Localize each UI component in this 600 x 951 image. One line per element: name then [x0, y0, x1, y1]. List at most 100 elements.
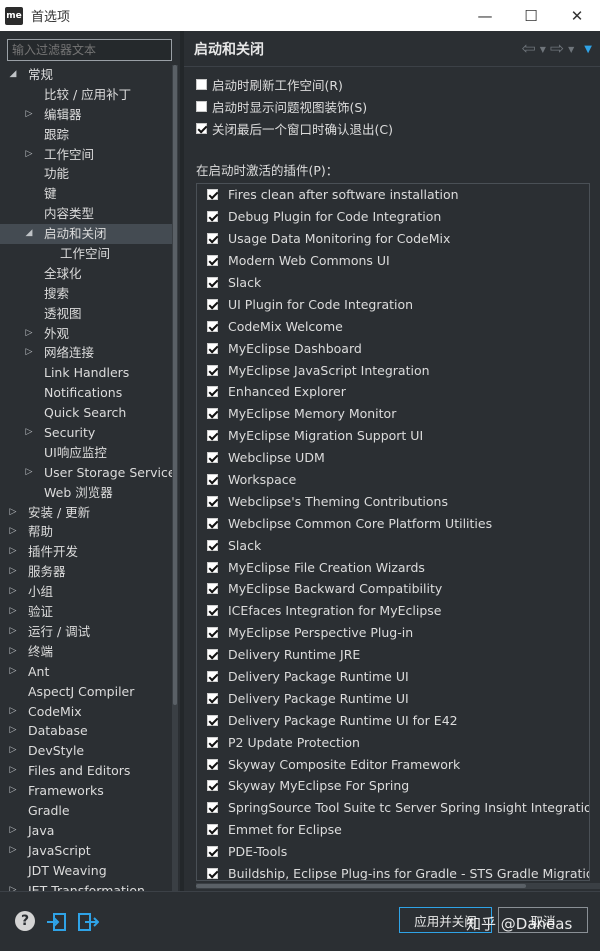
arrow-left-icon[interactable]: ⇦ — [521, 39, 535, 59]
collapsed-arrow-icon[interactable]: ▷ — [8, 821, 18, 841]
tree-item[interactable]: Quick Search — [0, 403, 172, 423]
tree-item[interactable]: ▷ 外观 — [0, 324, 172, 344]
tree-item[interactable]: ▷ Frameworks — [0, 781, 172, 801]
plugin-checkbox[interactable] — [207, 233, 218, 245]
plugin-item[interactable]: Webclipse UDM — [197, 447, 589, 469]
export-icon[interactable] — [77, 911, 99, 933]
tree-item[interactable]: ▷ Java — [0, 821, 172, 841]
tree-item[interactable]: Notifications — [0, 383, 172, 403]
tree-item[interactable]: 内容类型 — [0, 204, 172, 224]
collapsed-arrow-icon[interactable]: ▷ — [8, 622, 18, 642]
plugin-item[interactable]: Skyway Composite Editor Framework — [197, 753, 589, 775]
plugin-checkbox[interactable] — [207, 627, 218, 639]
plugin-checkbox[interactable] — [207, 189, 218, 201]
tree-item[interactable]: ◢ 启动和关闭 — [0, 224, 172, 245]
startup-option[interactable]: 启动时显示问题视图装饰(S) — [196, 95, 393, 117]
tree-item[interactable]: ▷ 插件开发 — [0, 542, 172, 562]
tree-item[interactable]: 比较 / 应用补丁 — [0, 85, 172, 105]
collapsed-arrow-icon[interactable]: ▷ — [24, 343, 34, 363]
plugin-item[interactable]: Modern Web Commons UI — [197, 250, 589, 272]
tree-scrollbar[interactable] — [172, 65, 178, 891]
tree-item[interactable]: ▷ 验证 — [0, 602, 172, 622]
tree-item[interactable]: ▷ Security — [0, 423, 172, 443]
plugin-item[interactable]: Enhanced Explorer — [197, 381, 589, 403]
plugin-checkbox[interactable] — [207, 539, 218, 551]
tree-item[interactable]: JDT Weaving — [0, 861, 172, 881]
plugin-checkbox[interactable] — [207, 408, 218, 420]
option-checkbox[interactable] — [196, 122, 207, 134]
plugin-item[interactable]: Fires clean after software installation — [197, 184, 589, 206]
arrow-right-icon[interactable]: ⇨ — [550, 39, 564, 59]
view-menu-icon[interactable]: ▼ — [584, 44, 592, 55]
plugin-checkbox[interactable] — [207, 342, 218, 354]
plugin-item[interactable]: Delivery Runtime JRE — [197, 644, 589, 666]
collapsed-arrow-icon[interactable]: ▷ — [8, 761, 18, 781]
plugin-item[interactable]: MyEclipse File Creation Wizards — [197, 556, 589, 578]
plugin-item[interactable]: MyEclipse Backward Compatibility — [197, 578, 589, 600]
tree-item[interactable]: AspectJ Compiler — [0, 682, 172, 702]
plugin-checkbox[interactable] — [207, 692, 218, 704]
plugin-item[interactable]: Delivery Package Runtime UI — [197, 687, 589, 709]
tree-item[interactable]: UI响应监控 — [0, 443, 172, 463]
collapsed-arrow-icon[interactable]: ▷ — [8, 562, 18, 582]
plugin-checkbox[interactable] — [207, 277, 218, 288]
plugin-checkbox[interactable] — [207, 758, 218, 770]
tree-item[interactable]: ▷ Files and Editors — [0, 761, 172, 781]
plugin-checkbox[interactable] — [207, 802, 218, 814]
plugin-checkbox[interactable] — [207, 211, 218, 223]
plugin-checkbox[interactable] — [207, 474, 218, 486]
tree-item[interactable]: ▷ 服务器 — [0, 562, 172, 582]
collapsed-arrow-icon[interactable]: ▷ — [8, 522, 18, 542]
plugin-item[interactable]: ICEfaces Integration for MyEclipse — [197, 600, 589, 622]
tree-item[interactable]: Link Handlers — [0, 363, 172, 383]
plugin-item[interactable]: Usage Data Monitoring for CodeMix — [197, 228, 589, 250]
expanded-arrow-icon[interactable]: ◢ — [8, 65, 18, 85]
chevron-down-icon[interactable]: ▼ — [568, 45, 574, 54]
import-icon[interactable] — [46, 911, 68, 933]
collapsed-arrow-icon[interactable]: ▷ — [8, 741, 18, 761]
collapsed-arrow-icon[interactable]: ▷ — [8, 721, 18, 741]
plugin-item[interactable]: MyEclipse Migration Support UI — [197, 425, 589, 447]
tree-item[interactable]: ▷ User Storage Service — [0, 463, 172, 483]
apply-and-close-button[interactable]: 应用并关闭 — [399, 907, 492, 933]
plugin-item[interactable]: Delivery Package Runtime UI — [197, 666, 589, 688]
tree-item[interactable]: ▷ 终端 — [0, 642, 172, 662]
maximize-button[interactable]: ☐ — [508, 0, 554, 31]
option-checkbox[interactable] — [196, 100, 207, 112]
plugin-checkbox[interactable] — [207, 561, 218, 573]
plugin-item[interactable]: Debug Plugin for Code Integration — [197, 206, 589, 228]
plugin-checkbox[interactable] — [207, 430, 218, 442]
tree-item[interactable]: ▷ 工作空间 — [0, 145, 172, 165]
plugin-item[interactable]: MyEclipse Memory Monitor — [197, 403, 589, 425]
plugin-item[interactable]: Slack — [197, 534, 589, 556]
filter-input[interactable] — [7, 39, 172, 61]
tree-item[interactable]: ◢ 常规 — [0, 65, 172, 85]
plugin-checkbox[interactable] — [207, 605, 218, 617]
plugin-item[interactable]: SpringSource Tool Suite tc Server Spring… — [197, 797, 589, 819]
tree-item[interactable]: ▷ 帮助 — [0, 522, 172, 542]
plugin-checkbox[interactable] — [207, 868, 218, 880]
collapsed-arrow-icon[interactable]: ▷ — [8, 503, 18, 523]
plugin-item[interactable]: MyEclipse Dashboard — [197, 337, 589, 359]
plugin-checkbox[interactable] — [207, 649, 218, 661]
plugin-checkbox[interactable] — [207, 736, 218, 748]
tree-item[interactable]: Gradle — [0, 801, 172, 821]
close-button[interactable]: ✕ — [554, 0, 600, 31]
tree-item[interactable]: 功能 — [0, 164, 172, 184]
tree-item[interactable]: 工作空间 — [0, 244, 172, 264]
tree-item[interactable]: ▷ DevStyle — [0, 741, 172, 761]
plugin-item[interactable]: Slack — [197, 272, 589, 294]
collapsed-arrow-icon[interactable]: ▷ — [24, 324, 34, 344]
plugin-item[interactable]: MyEclipse JavaScript Integration — [197, 359, 589, 381]
plugin-item[interactable]: Emmet for Eclipse — [197, 819, 589, 841]
tree-item[interactable]: Web 浏览器 — [0, 483, 172, 503]
collapsed-arrow-icon[interactable]: ▷ — [8, 781, 18, 801]
collapsed-arrow-icon[interactable]: ▷ — [8, 702, 18, 722]
collapsed-arrow-icon[interactable]: ▷ — [8, 542, 18, 562]
plugin-item[interactable]: P2 Update Protection — [197, 731, 589, 753]
collapsed-arrow-icon[interactable]: ▷ — [8, 662, 18, 682]
option-checkbox[interactable] — [196, 78, 207, 90]
startup-option[interactable]: 启动时刷新工作空间(R) — [196, 73, 393, 95]
plugin-checkbox[interactable] — [207, 583, 218, 595]
collapsed-arrow-icon[interactable]: ▷ — [8, 881, 18, 891]
